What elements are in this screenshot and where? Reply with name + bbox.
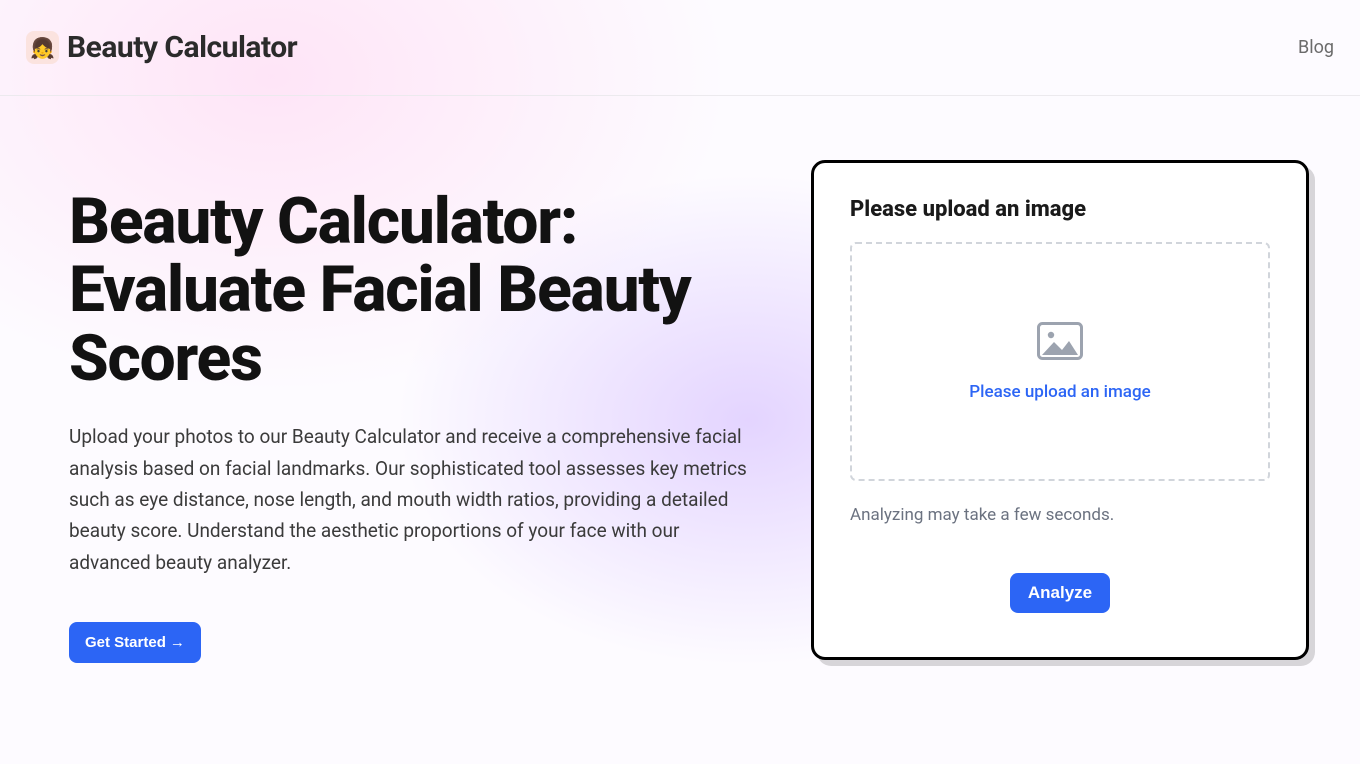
- hero-section: Beauty Calculator: Evaluate Facial Beaut…: [69, 96, 769, 663]
- logo-emoji: 👧: [30, 38, 55, 58]
- blog-link[interactable]: Blog: [1298, 37, 1334, 58]
- brand-name[interactable]: Beauty Calculator: [67, 30, 297, 65]
- analyze-button[interactable]: Analyze: [1010, 573, 1110, 613]
- upload-dropzone[interactable]: Please upload an image: [850, 242, 1270, 481]
- page-title: Beauty Calculator: Evaluate Facial Beaut…: [69, 188, 769, 393]
- upload-card: Please upload an image Please upload an …: [811, 160, 1309, 660]
- arrow-right-icon: →: [170, 634, 185, 651]
- upload-note: Analyzing may take a few seconds.: [850, 505, 1270, 525]
- image-placeholder-icon: [1037, 322, 1083, 364]
- top-nav: Blog: [1298, 37, 1334, 58]
- upload-prompt-text: Please upload an image: [969, 382, 1150, 402]
- page-description: Upload your photos to our Beauty Calcula…: [69, 421, 759, 578]
- uploader-section: Please upload an image Please upload an …: [811, 96, 1309, 663]
- cta-label: Get Started: [85, 634, 166, 651]
- main-content: Beauty Calculator: Evaluate Facial Beaut…: [0, 96, 1360, 663]
- analyze-button-wrap: Analyze: [850, 573, 1270, 613]
- brand-logo[interactable]: 👧: [26, 31, 59, 64]
- upload-card-title: Please upload an image: [850, 197, 1270, 222]
- top-bar: 👧 Beauty Calculator Blog: [0, 0, 1360, 96]
- get-started-button[interactable]: Get Started →: [69, 622, 201, 663]
